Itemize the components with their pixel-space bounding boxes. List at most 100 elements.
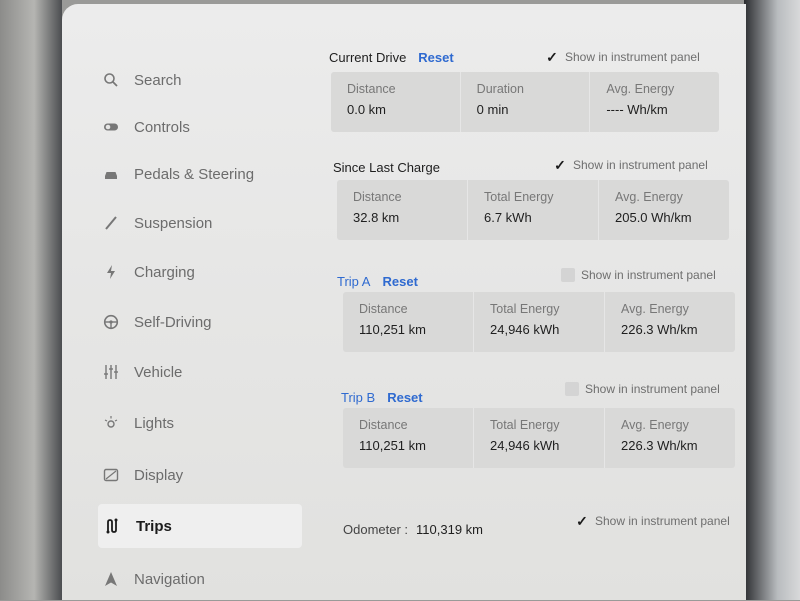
stat-value: 24,946 kWh: [490, 322, 560, 337]
stat-cell: Total Energy 24,946 kWh: [474, 408, 605, 468]
settings-sidebar: Search Controls Pedals & Steering Suspen…: [62, 4, 312, 600]
show-in-panel-label: Show in instrument panel: [565, 50, 700, 64]
sidebar-item-self-driving[interactable]: Self-Driving: [102, 300, 302, 344]
stat-cell: Duration 0 min: [461, 72, 591, 132]
sidebar-item-label: Suspension: [134, 214, 213, 232]
since-last-charge-title: Since Last Charge: [333, 159, 440, 175]
sidebar-item-trips[interactable]: Trips: [98, 504, 302, 548]
stat-cell: Avg. Energy ---- Wh/km: [590, 72, 719, 132]
stat-cell: Avg. Energy 205.0 Wh/km: [599, 180, 729, 240]
since-last-charge-panel: Distance 32.8 km Total Energy 6.7 kWh Av…: [337, 180, 729, 240]
sidebar-item-charging[interactable]: Charging: [102, 250, 302, 294]
sidebar-item-controls[interactable]: Controls: [102, 105, 302, 149]
stat-value: ---- Wh/km: [606, 102, 668, 117]
screen-bezel-left: [0, 0, 62, 600]
stat-label: Total Energy: [490, 302, 560, 316]
current-drive-panel: Distance 0.0 km Duration 0 min Avg. Ener…: [331, 72, 719, 132]
search-icon: [102, 71, 120, 89]
trip-a-reset-button[interactable]: Reset: [382, 274, 417, 289]
stat-cell: Distance 32.8 km: [337, 180, 468, 240]
sidebar-item-label: Pedals & Steering: [134, 165, 255, 183]
show-in-panel-label: Show in instrument panel: [585, 382, 720, 396]
checkmark-icon[interactable]: ✓: [553, 157, 567, 173]
current-drive-reset-button[interactable]: Reset: [418, 50, 453, 65]
show-in-panel-label: Show in instrument panel: [581, 268, 716, 282]
stat-label: Avg. Energy: [621, 302, 689, 316]
since-last-charge-header: Since Last Charge: [333, 156, 440, 178]
stat-label: Avg. Energy: [615, 190, 683, 204]
car-icon: [102, 165, 120, 183]
stat-value: 226.3 Wh/km: [621, 322, 698, 337]
stat-cell: Total Energy 24,946 kWh: [474, 292, 605, 352]
sliders-icon: [102, 363, 120, 381]
stat-label: Total Energy: [484, 190, 554, 204]
stat-label: Avg. Energy: [621, 418, 689, 432]
stat-label: Avg. Energy: [606, 82, 675, 96]
trip-a-show-toggle[interactable]: ✓ Show in instrument panel: [561, 264, 716, 286]
trip-b-show-toggle[interactable]: ✓ Show in instrument panel: [565, 378, 720, 400]
stat-cell: Distance 0.0 km: [331, 72, 461, 132]
stat-value: 205.0 Wh/km: [615, 210, 692, 225]
sidebar-item-label: Search: [134, 71, 182, 89]
stat-cell: Avg. Energy 226.3 Wh/km: [605, 408, 735, 468]
stat-cell: Distance 110,251 km: [343, 292, 474, 352]
stat-cell: Total Energy 6.7 kWh: [468, 180, 599, 240]
stat-value: 0 min: [476, 102, 509, 117]
sidebar-item-label: Vehicle: [134, 363, 183, 381]
stat-label: Distance: [353, 190, 402, 204]
stat-cell: Distance 110,251 km: [343, 408, 474, 468]
sidebar-item-navigation[interactable]: Navigation: [102, 557, 302, 601]
stat-cell: Avg. Energy 226.3 Wh/km: [605, 292, 735, 352]
odometer-show-toggle[interactable]: ✓ Show in instrument panel: [575, 510, 730, 532]
stat-value: 32.8 km: [353, 210, 400, 225]
stat-value: 24,946 kWh: [490, 438, 560, 453]
sidebar-item-vehicle[interactable]: Vehicle: [102, 350, 302, 394]
stat-value: 226.3 Wh/km: [621, 438, 698, 453]
sidebar-item-pedals-steering[interactable]: Pedals & Steering: [102, 152, 302, 196]
trip-a-panel: Distance 110,251 km Total Energy 24,946 …: [343, 292, 735, 352]
current-drive-show-toggle[interactable]: ✓ Show in instrument panel: [545, 46, 700, 68]
current-drive-header: Current Drive Reset: [329, 46, 454, 68]
navigation-icon: [102, 570, 120, 588]
sidebar-item-display[interactable]: Display: [102, 453, 302, 497]
display-icon: [102, 466, 120, 484]
suspension-icon: [102, 214, 120, 232]
stat-value: 0.0 km: [347, 102, 387, 117]
trip-b-header: Trip B Reset: [341, 386, 423, 408]
sidebar-item-label: Display: [134, 466, 184, 484]
sidebar-item-label: Trips: [136, 517, 172, 535]
trip-b-reset-button[interactable]: Reset: [387, 390, 422, 405]
sidebar-item-search[interactable]: Search: [102, 58, 302, 102]
current-drive-title: Current Drive: [329, 49, 407, 65]
checkmark-icon[interactable]: ✓: [545, 49, 559, 65]
sidebar-item-label: Charging: [134, 263, 195, 281]
checkmark-icon[interactable]: ✓: [575, 513, 589, 529]
stat-label: Distance: [359, 418, 408, 432]
trips-content: Current Drive Reset ✓ Show in instrument…: [327, 4, 737, 600]
sidebar-item-suspension[interactable]: Suspension: [102, 201, 302, 245]
show-in-panel-label: Show in instrument panel: [595, 514, 730, 528]
show-in-panel-label: Show in instrument panel: [573, 158, 708, 172]
odometer: Odometer : 110,319 km: [343, 522, 483, 537]
trip-b-title: Trip B: [341, 389, 376, 405]
steering-wheel-icon: [102, 313, 120, 331]
settings-screen: Search Controls Pedals & Steering Suspen…: [62, 4, 746, 600]
stat-label: Duration: [476, 82, 524, 96]
trip-a-header: Trip A Reset: [337, 270, 418, 292]
lightning-icon: [102, 263, 120, 281]
odometer-value: 110,319 km: [416, 522, 483, 537]
stat-value: 6.7 kWh: [484, 210, 532, 225]
toggle-icon: [102, 118, 120, 136]
trips-icon: [104, 517, 122, 535]
trip-b-panel: Distance 110,251 km Total Energy 24,946 …: [343, 408, 735, 468]
stat-value: 110,251 km: [359, 438, 426, 453]
stat-value: 110,251 km: [359, 322, 426, 337]
checkbox-icon[interactable]: ✓: [565, 382, 579, 396]
sidebar-item-lights[interactable]: Lights: [102, 401, 302, 445]
sidebar-item-label: Lights: [134, 414, 175, 432]
odometer-label: Odometer :: [343, 522, 409, 537]
since-last-charge-show-toggle[interactable]: ✓ Show in instrument panel: [553, 154, 708, 176]
trip-a-title: Trip A: [337, 273, 371, 289]
checkbox-icon[interactable]: ✓: [561, 268, 575, 282]
stat-label: Distance: [359, 302, 408, 316]
